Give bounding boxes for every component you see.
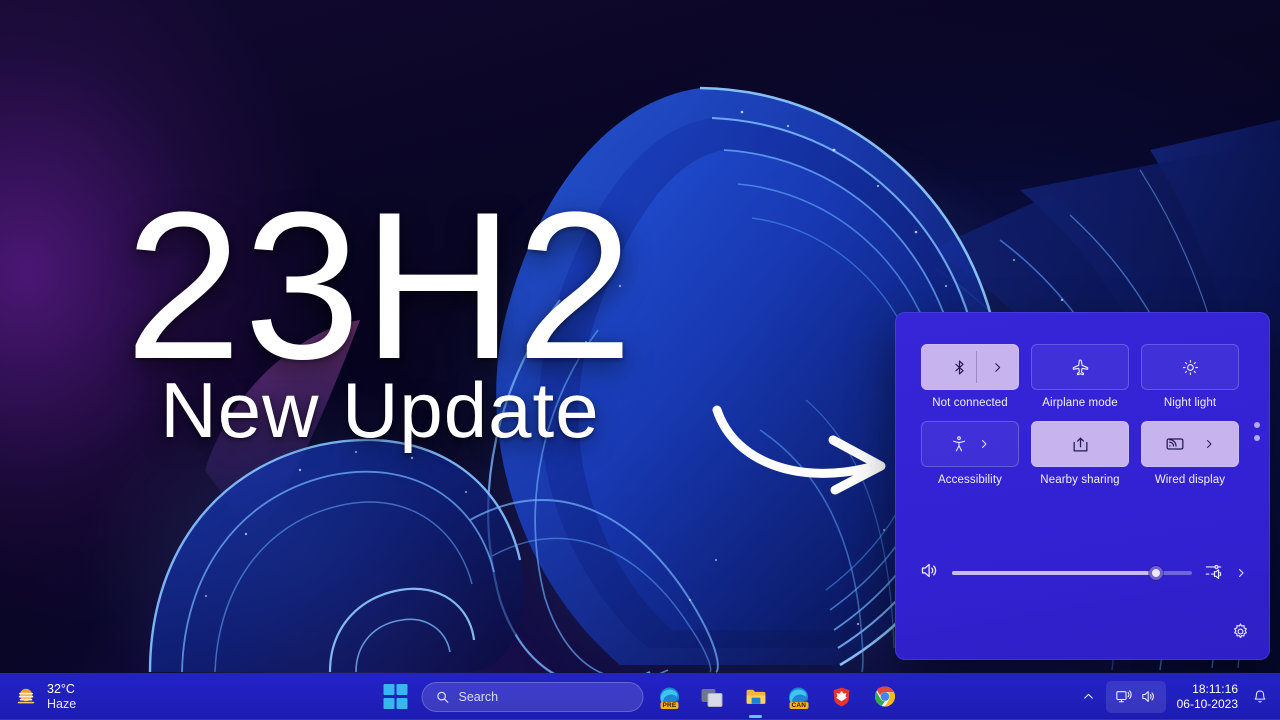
bluetooth-icon xyxy=(951,359,968,376)
start-button[interactable] xyxy=(379,680,413,714)
night-light-icon xyxy=(1181,358,1200,377)
search-input[interactable]: Search xyxy=(421,681,644,712)
volume-slider-fill xyxy=(952,571,1156,575)
app-running-indicator xyxy=(749,714,762,718)
taskbar-weather-widget[interactable]: 32°C Haze xyxy=(14,682,76,712)
clock-date: 06-10-2023 xyxy=(1176,696,1238,711)
volume-slider-knob[interactable] xyxy=(1149,566,1163,580)
volume-mixer-chevron-icon[interactable] xyxy=(1235,567,1247,579)
taskbar-app-edge-canary[interactable]: CAN xyxy=(782,680,816,714)
weather-condition: Haze xyxy=(47,696,77,711)
taskbar-app-chrome[interactable] xyxy=(868,680,902,714)
quick-setting-label: Wired display xyxy=(1154,474,1226,486)
brave-icon xyxy=(831,686,853,708)
accessibility-tile[interactable] xyxy=(921,421,1019,467)
clock-time: 18:11:16 xyxy=(1192,681,1238,696)
edge-preview-badge: PRE xyxy=(660,701,679,709)
taskbar-clock[interactable]: 18:11:16 06-10-2023 xyxy=(1170,682,1244,711)
nearby-sharing-icon xyxy=(1071,435,1090,454)
taskbar-center-cluster: Search PRE CAN xyxy=(379,680,902,718)
pagination-dot[interactable] xyxy=(1254,422,1260,428)
quick-setting-label: Not connected xyxy=(932,397,1008,409)
quick-setting-wired-display[interactable]: Wired display xyxy=(1141,421,1239,486)
taskbar-app-edge-preview[interactable]: PRE xyxy=(653,680,687,714)
search-icon xyxy=(436,690,450,704)
search-placeholder: Search xyxy=(458,689,499,704)
volume-control-row[interactable] xyxy=(919,560,1247,586)
pagination-dot[interactable] xyxy=(1254,435,1260,441)
volume-mixer-icon[interactable] xyxy=(1204,561,1223,585)
quick-setting-accessibility[interactable]: Accessibility xyxy=(921,421,1019,486)
bluetooth-chevron-icon[interactable] xyxy=(991,361,1004,374)
taskbar-task-view[interactable] xyxy=(696,680,730,714)
taskbar-system-tray: 18:11:16 06-10-2023 xyxy=(1076,680,1272,713)
edge-canary-icon: CAN xyxy=(788,686,810,709)
windows-logo-icon xyxy=(383,684,408,709)
taskbar-app-file-explorer[interactable] xyxy=(739,680,773,718)
volume-high-icon[interactable] xyxy=(919,560,940,586)
quick-setting-bluetooth[interactable]: Not connected xyxy=(921,344,1019,409)
quick-settings-pagination[interactable] xyxy=(1254,422,1260,441)
taskbar-app-brave[interactable] xyxy=(825,680,859,714)
quick-setting-night-light[interactable]: Night light xyxy=(1141,344,1239,409)
quick-setting-label: Accessibility xyxy=(938,474,1002,486)
gear-icon[interactable] xyxy=(1231,622,1250,646)
quick-settings-row-2: Accessibility Nearby sharing Wired displ… xyxy=(921,421,1241,486)
network-display-icon xyxy=(1115,688,1132,705)
tray-quick-settings-button[interactable] xyxy=(1105,680,1166,713)
tray-volume-icon xyxy=(1140,688,1157,705)
chrome-icon xyxy=(873,685,896,708)
quick-setting-nearby-sharing[interactable]: Nearby sharing xyxy=(1031,421,1129,486)
accessibility-chevron-icon[interactable] xyxy=(978,438,990,450)
tray-overflow-button[interactable] xyxy=(1076,682,1102,712)
night-light-toggle-tile[interactable] xyxy=(1141,344,1239,390)
cast-display-icon xyxy=(1165,434,1185,454)
task-view-icon xyxy=(701,686,724,708)
edge-canary-badge: CAN xyxy=(789,701,809,709)
quick-settings-panel[interactable]: Not connected Airplane mode Night light … xyxy=(895,312,1270,660)
nearby-sharing-toggle-tile[interactable] xyxy=(1031,421,1129,467)
file-explorer-icon xyxy=(744,685,767,718)
notification-button[interactable] xyxy=(1248,682,1272,712)
desktop[interactable]: 23H2 New Update Not connected Airplane m… xyxy=(0,0,1280,720)
quick-setting-label: Night light xyxy=(1163,397,1217,409)
quick-setting-label: Airplane mode xyxy=(1042,397,1118,409)
edge-preview-icon: PRE xyxy=(659,686,681,709)
quick-settings-row-1: Not connected Airplane mode Night light xyxy=(921,344,1241,409)
quick-setting-label: Nearby sharing xyxy=(1040,474,1120,486)
bluetooth-toggle-tile[interactable] xyxy=(921,344,1019,390)
sun-haze-icon xyxy=(14,685,38,709)
taskbar[interactable]: 32°C Haze Search PRE CAN 18:11:16 06-10-… xyxy=(0,673,1280,720)
airplane-icon xyxy=(1071,358,1090,377)
airplane-mode-toggle-tile[interactable] xyxy=(1031,344,1129,390)
wired-display-chevron-icon[interactable] xyxy=(1203,438,1215,450)
quick-setting-airplane-mode[interactable]: Airplane mode xyxy=(1031,344,1129,409)
volume-slider[interactable] xyxy=(952,566,1192,580)
quick-settings-tile-grid: Not connected Airplane mode Night light … xyxy=(921,344,1241,498)
quick-settings-footer xyxy=(1231,622,1250,646)
wired-display-toggle-tile[interactable] xyxy=(1141,421,1239,467)
weather-text: 32°C Haze xyxy=(47,682,76,712)
weather-temperature: 32°C xyxy=(47,681,75,696)
accessibility-icon xyxy=(950,435,968,453)
